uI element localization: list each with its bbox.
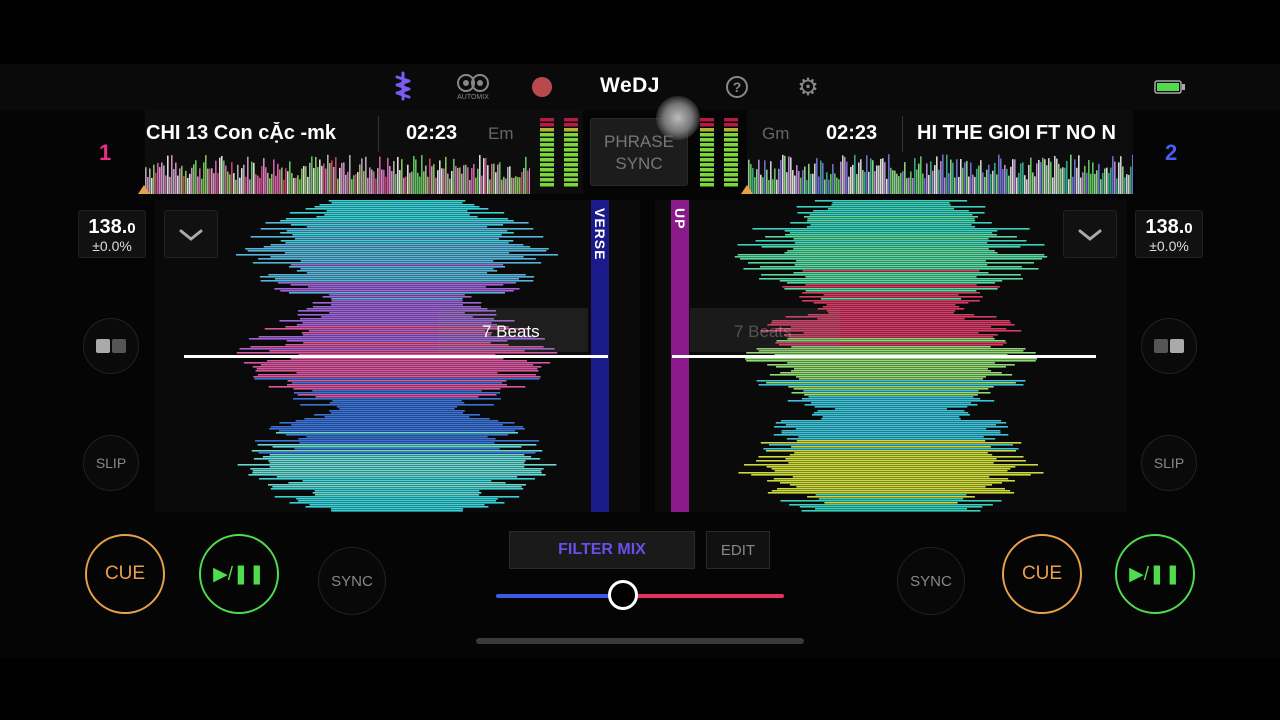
deck1-key: Em [488, 124, 514, 143]
toggle-icon [96, 339, 126, 353]
deck2-number: 2 [1165, 140, 1178, 165]
deck2-sync-button[interactable]: SYNC [897, 547, 965, 615]
automix-icon[interactable]: AUTOMIX [452, 70, 494, 104]
deck1-sync-button[interactable]: SYNC [318, 547, 386, 615]
deck1-phrase-label: VERSE [592, 208, 608, 261]
deck1-beats-label: 7 Beats [482, 322, 540, 341]
deck1-bpm-decimal: 0 [127, 220, 136, 237]
deck2-playhead [672, 355, 1096, 358]
deck1-pitch: ±0.0% [92, 238, 132, 254]
deck2-phrase-label: UP [672, 208, 688, 230]
crossfader-left-track [496, 594, 615, 598]
deck1-cue-button[interactable]: CUE [85, 534, 165, 614]
deck2-loop-toggle[interactable] [1141, 318, 1197, 374]
deck1-playhead [184, 355, 608, 358]
deck2-cue-marker [741, 185, 753, 194]
deck1-level-meter-right [564, 118, 578, 187]
deck1-bpm-display[interactable]: 138.0 ±0.0% [78, 210, 146, 258]
deck1-cue-marker [138, 185, 150, 194]
phrase-sync-line2: SYNC [615, 154, 663, 173]
deck1-number: 1 [99, 140, 112, 165]
crossfader-knob[interactable] [607, 580, 638, 610]
gear-icon[interactable]: ⚙ [796, 74, 820, 101]
deck1-play-pause-button[interactable]: ▶/❚❚ [199, 534, 279, 614]
chevron-down-icon [179, 229, 203, 241]
filter-mix-button[interactable]: FILTER MIX [509, 531, 695, 569]
deck1-divider [378, 116, 379, 152]
app-logo: WeDJ [600, 74, 660, 97]
deck2-beats-label: 7 Beats [734, 322, 792, 341]
automix-label: AUTOMIX [457, 94, 489, 101]
record-icon[interactable] [532, 77, 552, 97]
deck1-loop-toggle[interactable] [83, 318, 139, 374]
crossfader[interactable] [496, 580, 784, 610]
help-icon[interactable]: ? [726, 76, 748, 98]
deck2-slip-button[interactable]: SLIP [1141, 435, 1197, 491]
deck1-overview-waveform[interactable] [145, 154, 530, 194]
deck2-time: 02:23 [826, 122, 878, 144]
chevron-down-icon [1078, 229, 1102, 241]
deck1-track-title[interactable]: CHI 13 Con cẶc -mk [146, 122, 372, 145]
deck1-collapse-button[interactable] [164, 210, 218, 258]
deck1-slip-button[interactable]: SLIP [83, 435, 139, 491]
toggle-icon [1154, 339, 1184, 353]
deck2-bpm-decimal: 0 [1184, 220, 1193, 237]
deck2-level-meter-right [724, 118, 738, 187]
waveform-icon[interactable] [388, 70, 418, 102]
touch-indicator [656, 96, 700, 140]
deck2-play-pause-button[interactable]: ▶/❚❚ [1115, 534, 1195, 614]
crossfader-right-track [630, 594, 784, 598]
deck1-time: 02:23 [406, 122, 458, 144]
edit-button[interactable]: EDIT [706, 531, 770, 569]
deck2-key: Gm [762, 124, 790, 143]
deck2-collapse-button[interactable] [1063, 210, 1117, 258]
home-indicator [476, 638, 804, 644]
deck1-bpm-main: 138. [88, 216, 128, 238]
deck2-bpm-display[interactable]: 138.0 ±0.0% [1135, 210, 1203, 258]
battery-icon [1154, 80, 1186, 94]
deck2-overview-waveform[interactable] [748, 154, 1133, 194]
deck2-divider [902, 116, 903, 152]
deck2-level-meter-left [700, 118, 714, 187]
deck2-pitch: ±0.0% [1149, 238, 1189, 254]
deck2-bpm-main: 138. [1145, 216, 1185, 238]
deck2-cue-button[interactable]: CUE [1002, 534, 1082, 614]
deck2-track-title[interactable]: HI THE GIOI FT NO N [917, 122, 1131, 145]
deck1-level-meter-left [540, 118, 554, 187]
